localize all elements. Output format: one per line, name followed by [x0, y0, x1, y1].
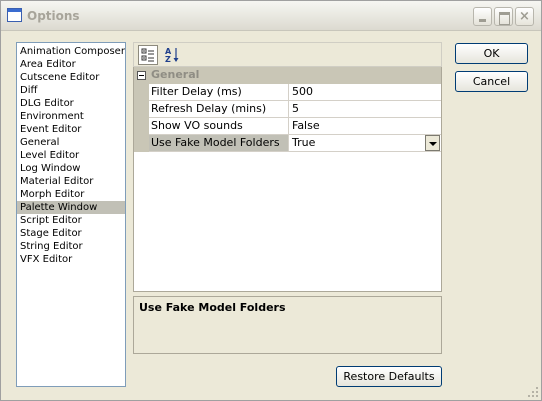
property-name[interactable]: Filter Delay (ms) — [149, 84, 289, 100]
maximize-button[interactable] — [494, 7, 513, 26]
cancel-button[interactable]: Cancel — [455, 71, 528, 92]
categorized-icon[interactable] — [138, 45, 158, 65]
row-gutter — [134, 135, 149, 152]
sidebar-item-general[interactable]: General — [17, 136, 125, 149]
window-icon — [7, 8, 22, 22]
restore-defaults-button[interactable]: Restore Defaults — [336, 366, 442, 387]
property-grid[interactable]: General Filter Delay (ms) 500 Refresh De… — [133, 67, 442, 292]
options-category-list[interactable]: Animation Composer Area Editor Cutscene … — [16, 42, 126, 387]
property-description-panel: Use Fake Model Folders — [133, 296, 442, 354]
sidebar-item-morph-editor[interactable]: Morph Editor — [17, 188, 125, 201]
category-label: General — [151, 68, 200, 81]
sidebar-item-area-editor[interactable]: Area Editor — [17, 58, 125, 71]
close-icon: × — [519, 9, 530, 24]
collapse-icon[interactable] — [137, 71, 146, 80]
window-title: Options — [27, 9, 80, 23]
property-value[interactable]: 5 — [290, 101, 441, 117]
alphabetical-icon[interactable]: A Z — [162, 45, 182, 65]
property-value-dropdown[interactable]: True — [290, 135, 441, 151]
sidebar-item-log-window[interactable]: Log Window — [17, 162, 125, 175]
property-row-use-fake-model-folders[interactable]: Use Fake Model Folders True — [134, 135, 441, 152]
row-gutter — [134, 84, 149, 101]
sidebar-item-event-editor[interactable]: Event Editor — [17, 123, 125, 136]
property-row-filter-delay[interactable]: Filter Delay (ms) 500 — [134, 84, 441, 101]
ok-button[interactable]: OK — [455, 43, 528, 64]
property-name[interactable]: Use Fake Model Folders — [149, 135, 289, 151]
sidebar-item-string-editor[interactable]: String Editor — [17, 240, 125, 253]
property-value[interactable]: 500 — [290, 84, 441, 100]
property-name[interactable]: Refresh Delay (mins) — [149, 101, 289, 117]
property-row-show-vo-sounds[interactable]: Show VO sounds False — [134, 118, 441, 135]
property-grid-toolbar: A Z — [133, 42, 442, 67]
property-name[interactable]: Show VO sounds — [149, 118, 289, 134]
minimize-button[interactable] — [473, 7, 492, 26]
svg-text:Z: Z — [165, 55, 171, 64]
sidebar-item-environment[interactable]: Environment — [17, 110, 125, 123]
sidebar-item-vfx-editor[interactable]: VFX Editor — [17, 253, 125, 266]
resize-grip-icon[interactable] — [527, 386, 539, 398]
property-value[interactable]: False — [290, 118, 441, 134]
sidebar-item-palette-window[interactable]: Palette Window — [17, 201, 125, 214]
close-button[interactable]: × — [515, 7, 534, 26]
category-row-general[interactable]: General — [134, 67, 441, 84]
row-gutter — [134, 118, 149, 135]
sidebar-item-script-editor[interactable]: Script Editor — [17, 214, 125, 227]
options-window: Options × Animation Composer Area Editor… — [0, 0, 542, 401]
sidebar-item-material-editor[interactable]: Material Editor — [17, 175, 125, 188]
title-bar[interactable]: Options × — [1, 1, 541, 31]
sidebar-item-level-editor[interactable]: Level Editor — [17, 149, 125, 162]
description-title: Use Fake Model Folders — [139, 301, 286, 314]
property-row-refresh-delay[interactable]: Refresh Delay (mins) 5 — [134, 101, 441, 118]
sidebar-item-dlg-editor[interactable]: DLG Editor — [17, 97, 125, 110]
sidebar-item-diff[interactable]: Diff — [17, 84, 125, 97]
sidebar-item-stage-editor[interactable]: Stage Editor — [17, 227, 125, 240]
dropdown-arrow-icon[interactable] — [425, 135, 440, 151]
row-gutter — [134, 101, 149, 118]
sidebar-item-animation-composer[interactable]: Animation Composer — [17, 45, 125, 58]
sidebar-item-cutscene-editor[interactable]: Cutscene Editor — [17, 71, 125, 84]
